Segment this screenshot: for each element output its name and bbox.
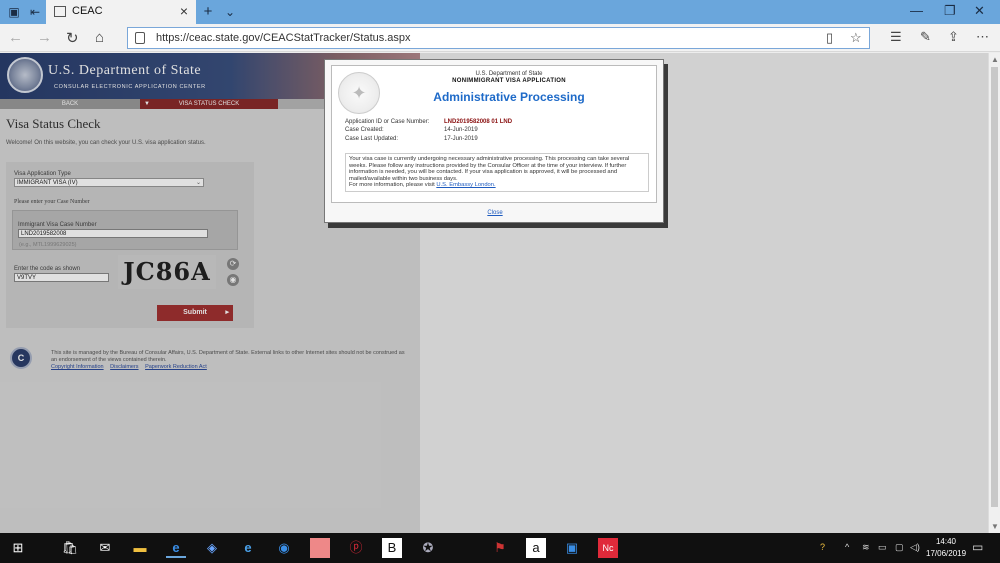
notifications-icon[interactable]: ▭ [972,540,983,554]
set-aside-tabs-icon[interactable]: ⇤ [27,4,43,20]
scroll-thumb[interactable] [991,67,998,507]
clock-time: 14:40 [935,537,957,546]
restore-icon[interactable]: ❐ [944,3,956,19]
network-icon[interactable]: ▢ [895,542,904,553]
pinterest-icon[interactable]: ⓟ [346,538,366,558]
favorites-hub-icon[interactable]: ☰ [890,29,902,45]
url-text[interactable]: https://ceac.state.gov/CEACStatTracker/S… [156,32,411,44]
word-icon[interactable]: B [382,538,402,558]
start-icon[interactable]: ⊞ [8,538,28,558]
internet-explorer-icon[interactable]: e [238,538,258,558]
amazon-icon[interactable]: a [526,538,546,558]
photos-icon[interactable] [310,538,330,558]
clock[interactable]: 14:40 17/06/2019 [926,536,966,560]
modal-department: U.S. Department of State [475,71,543,77]
address-bar[interactable]: https://ceac.state.gov/CEACStatTracker/S… [127,27,870,49]
modal-content: ✦ U.S. Department of State NONIMMIGRANT … [331,65,657,203]
chevron-up-icon[interactable]: ^ [845,542,849,552]
tab-title: CEAC [72,5,103,17]
close-icon[interactable]: × [180,3,188,19]
help-icon[interactable]: ? [820,542,825,552]
modal-status-title: Administrative Processing [433,90,585,104]
title-bar: ▣ ⇤ CEAC × + ⌄ — ❐ ✕ [0,0,1000,24]
dropbox-icon[interactable]: ◈ [202,538,222,558]
vertical-scrollbar[interactable]: ▲ ▼ [988,53,1000,533]
status-result-modal: ✦ U.S. Department of State NONIMMIGRANT … [324,59,664,223]
netflix-icon[interactable]: Nc [598,538,618,558]
close-link[interactable]: Close [325,210,665,216]
case-updated-label: Case Last Updated: [345,136,399,142]
home-icon[interactable]: ⌂ [95,29,104,46]
tab-favicon-icon [54,6,66,17]
messenger-icon[interactable]: ◉ [274,538,294,558]
volume-icon[interactable]: ◁) [910,542,920,553]
store-icon[interactable]: 🛍 [60,538,80,558]
more-icon[interactable]: ⋯ [976,29,989,45]
window-close-icon[interactable]: ✕ [974,3,985,19]
state-dept-icon[interactable]: ✪ [418,538,438,558]
minimize-icon[interactable]: — [910,3,923,18]
case-updated-value: 17-Jun-2019 [444,136,478,142]
status-message-text: Your visa case is currently undergoing n… [349,156,630,182]
status-message: Your visa case is currently undergoing n… [345,153,649,192]
favorite-star-icon[interactable]: ☆ [850,30,862,46]
case-created-value: 14-Jun-2019 [444,127,478,133]
application-id-value: LND2019582008 01 LND [444,119,513,125]
window-icon[interactable]: ▣ [562,538,582,558]
scroll-up-icon[interactable]: ▲ [991,55,999,64]
browser-tab[interactable]: CEAC × [46,0,196,24]
scroll-down-icon[interactable]: ▼ [991,522,999,531]
new-tab-icon[interactable]: + [200,4,216,20]
embassy-link[interactable]: U.S. Embassy London. [436,182,495,188]
lock-icon [135,32,145,44]
mail-icon[interactable]: ✉ [95,538,115,558]
application-id-label: Application ID or Case Number: [345,119,430,125]
tab-preview-icon[interactable]: ▣ [6,4,22,20]
wifi-icon[interactable]: ≋ [862,542,870,553]
reading-view-icon[interactable]: ▯ [826,30,833,46]
back-icon[interactable]: ← [8,29,23,46]
flag-icon[interactable]: ⚑ [490,538,510,558]
taskbar: ⊞ 🛍 ✉ ▬ e ◈ e ◉ ⓟ B ✪ ⚑ a ▣ Nc ? ^ ≋ ▭ ▢… [0,533,1000,563]
navigation-bar: ← → ↻ ⌂ https://ceac.state.gov/CEACStatT… [0,24,1000,52]
more-info-text: For more information, please visit [349,182,435,189]
file-explorer-icon[interactable]: ▬ [130,538,150,558]
refresh-icon[interactable]: ↻ [66,29,79,47]
page-viewport: U.S. Department of State CONSULAR ELECTR… [0,53,988,533]
forward-icon[interactable]: → [37,29,52,46]
battery-icon[interactable]: ▭ [878,542,887,553]
pen-icon[interactable]: ✎ [920,29,931,45]
edge-icon[interactable]: e [166,538,186,558]
share-icon[interactable]: ⇪ [948,29,959,45]
chevron-down-icon[interactable]: ⌄ [222,4,238,20]
clock-date: 17/06/2019 [926,549,967,558]
case-created-label: Case Created: [345,127,384,133]
modal-application-type: NONIMMIGRANT VISA APPLICATION [452,78,566,84]
